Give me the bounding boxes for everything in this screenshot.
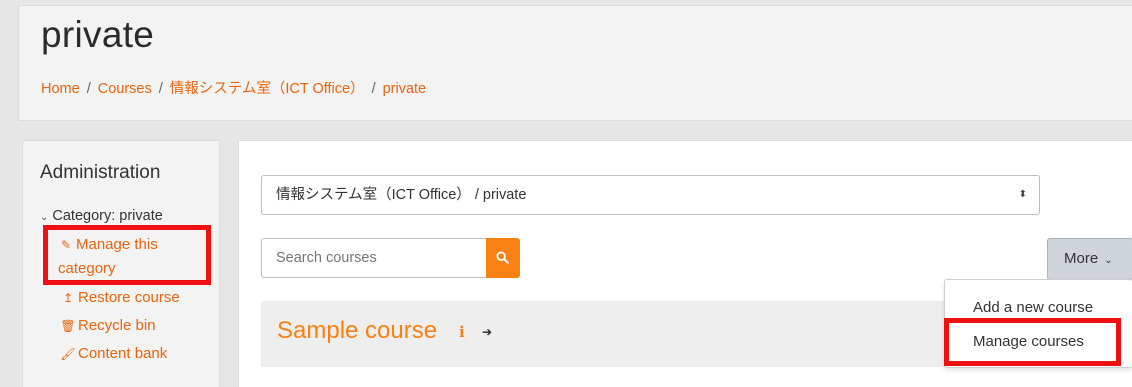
admin-category-node[interactable]: ⌄ Category: private bbox=[40, 208, 163, 224]
search-courses-form bbox=[261, 238, 520, 278]
more-button[interactable]: More ⌄ bbox=[1047, 238, 1132, 280]
search-button[interactable] bbox=[486, 238, 520, 278]
sign-in-icon: ➔ bbox=[482, 325, 493, 339]
administration-title: Administration bbox=[40, 162, 161, 183]
breadcrumb-private[interactable]: private bbox=[383, 81, 427, 97]
search-courses-input[interactable] bbox=[261, 238, 486, 278]
brush-icon: 🖌 bbox=[60, 347, 76, 361]
admin-category-label: Category: private bbox=[52, 208, 163, 224]
search-icon bbox=[496, 251, 509, 264]
add-new-course-item[interactable]: Add a new course bbox=[973, 299, 1093, 316]
manage-courses-item[interactable]: Manage courses bbox=[973, 333, 1084, 350]
breadcrumb-ict-office[interactable]: 情報システム室（ICT Office） bbox=[170, 81, 365, 97]
more-dropdown-menu: Add a new course Manage courses bbox=[944, 279, 1132, 368]
content-bank-link[interactable]: 🖌 Content bank bbox=[60, 343, 167, 365]
breadcrumb-separator: / bbox=[371, 81, 376, 97]
category-select-value: 情報システム室（ICT Office） / private bbox=[276, 187, 527, 203]
info-icon[interactable]: i bbox=[459, 323, 465, 341]
chevron-down-icon: ⌄ bbox=[40, 212, 49, 223]
breadcrumb: Home / Courses / 情報システム室（ICT Office） / private bbox=[41, 77, 426, 98]
chevron-down-icon: ⌄ bbox=[1104, 255, 1113, 266]
course-name-link[interactable]: Sample course bbox=[277, 317, 437, 345]
content-bank-label: Content bank bbox=[78, 345, 168, 362]
select-arrows-icon: ⬍ bbox=[1018, 189, 1027, 200]
recycle-bin-link[interactable]: 🗑 Recycle bin bbox=[60, 315, 156, 337]
recycle-bin-label: Recycle bin bbox=[78, 317, 156, 334]
page-header: private Home / Courses / 情報システム室（ICT Office）… bbox=[18, 5, 1132, 121]
breadcrumb-courses[interactable]: Courses bbox=[98, 81, 152, 97]
more-button-label: More bbox=[1064, 250, 1099, 267]
pencil-icon: ✎ bbox=[60, 238, 72, 252]
restore-icon: ↥ bbox=[62, 291, 74, 305]
manage-this-category-link[interactable]: ✎ Manage this category bbox=[58, 233, 208, 281]
breadcrumb-separator: / bbox=[86, 81, 91, 97]
category-select[interactable]: 情報システム室（ICT Office） / private ⬍ bbox=[261, 175, 1040, 215]
page-title: private bbox=[41, 14, 155, 55]
breadcrumb-home[interactable]: Home bbox=[41, 81, 80, 97]
restore-course-label: Restore course bbox=[78, 289, 180, 306]
trash-icon: 🗑 bbox=[60, 319, 76, 333]
breadcrumb-separator: / bbox=[158, 81, 163, 97]
administration-block: Administration ⌄ Category: private ✎ Manag… bbox=[22, 140, 220, 387]
restore-course-link[interactable]: ↥ Restore course bbox=[60, 287, 180, 309]
